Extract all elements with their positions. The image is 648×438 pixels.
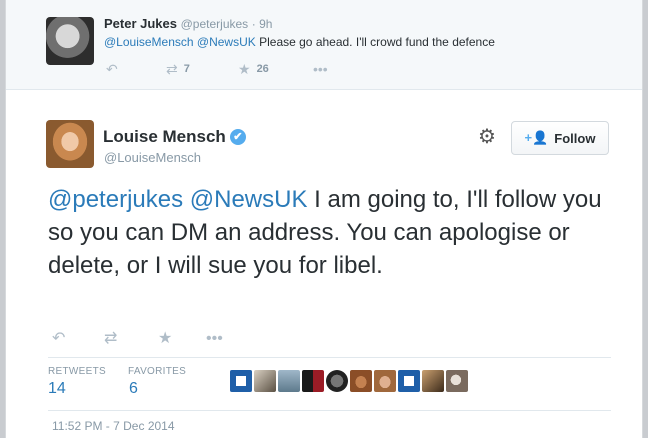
divider <box>48 410 611 411</box>
avatar[interactable] <box>278 370 300 392</box>
reply-icon: ↶ <box>52 330 66 347</box>
tweet-text: @peterjukes @NewsUK I am going to, I'll … <box>48 183 618 282</box>
parent-tweet-text: @LouiseMensch @NewsUK Please go ahead. I… <box>104 35 495 49</box>
favorites-count[interactable]: 6 <box>129 380 138 398</box>
more-icon: ••• <box>313 61 328 77</box>
parent-author-name[interactable]: Peter Jukes <box>104 16 177 31</box>
parent-tweet-time[interactable]: · 9h <box>252 17 273 31</box>
star-icon: ★ <box>238 61 251 77</box>
avatar[interactable] <box>398 370 420 392</box>
mention-link[interactable]: @NewsUK <box>197 35 256 49</box>
star-icon: ★ <box>158 330 173 347</box>
avatar[interactable] <box>446 370 468 392</box>
parent-author[interactable]: Peter Jukes @peterjukes · 9h <box>104 16 272 31</box>
add-user-icon: +👤 <box>524 130 549 145</box>
parent-tweet[interactable]: Peter Jukes @peterjukes · 9h @LouiseMens… <box>6 0 642 90</box>
retweets-count[interactable]: 14 <box>48 380 66 398</box>
tweet-permalink-page: Peter Jukes @peterjukes · 9h @LouiseMens… <box>5 0 643 438</box>
avatar[interactable] <box>46 17 94 65</box>
gear-icon[interactable]: ⚙ <box>476 126 498 148</box>
avatar[interactable] <box>350 370 372 392</box>
divider <box>48 357 611 358</box>
reply-button[interactable]: ↶ <box>52 330 66 347</box>
favorite-button[interactable]: ★ 26 <box>238 62 269 76</box>
avatar[interactable] <box>230 370 252 392</box>
favorite-count: 26 <box>256 63 269 75</box>
avatar[interactable] <box>374 370 396 392</box>
tweet-timestamp[interactable]: 11:52 PM - 7 Dec 2014 <box>52 419 175 433</box>
retweet-count: 7 <box>183 63 190 75</box>
favorites-label: FAVORITES <box>128 366 187 377</box>
mention-link[interactable]: @NewsUK <box>190 186 308 213</box>
mention-link[interactable]: @peterjukes <box>48 186 183 213</box>
follow-button[interactable]: +👤 Follow <box>511 121 609 155</box>
retweet-button[interactable]: ⇄ <box>104 330 118 347</box>
retweet-icon: ⇄ <box>104 330 118 347</box>
parent-author-handle[interactable]: @peterjukes <box>181 17 249 31</box>
favorite-button[interactable]: ★ <box>158 330 173 347</box>
mention-link[interactable]: @LouiseMensch <box>104 35 194 49</box>
more-icon: ••• <box>206 330 223 347</box>
more-button[interactable]: ••• <box>313 62 328 76</box>
retweet-icon: ⇄ <box>166 61 178 77</box>
avatar[interactable] <box>302 370 324 392</box>
avatar[interactable] <box>326 370 348 392</box>
retweets-label: RETWEETS <box>48 366 106 377</box>
verified-badge-icon: ✔ <box>229 129 246 145</box>
tweet-actions: ↶ ⇄ ★ ••• <box>48 330 248 350</box>
tweet-author-handle[interactable]: @LouiseMensch <box>104 150 201 165</box>
avatar[interactable] <box>46 120 94 168</box>
tweet-author-name[interactable]: Louise Mensch <box>103 127 226 147</box>
reply-button[interactable]: ↶ <box>106 62 118 76</box>
more-button[interactable]: ••• <box>206 330 223 347</box>
favoriter-avatars <box>230 370 468 392</box>
retweet-button[interactable]: ⇄ 7 <box>166 62 190 76</box>
avatar[interactable] <box>422 370 444 392</box>
follow-label: Follow <box>554 130 596 146</box>
reply-icon: ↶ <box>106 61 118 77</box>
parent-tweet-body: Please go ahead. I'll crowd fund the def… <box>259 35 495 49</box>
tweet-author[interactable]: Louise Mensch ✔ <box>103 127 246 147</box>
avatar[interactable] <box>254 370 276 392</box>
